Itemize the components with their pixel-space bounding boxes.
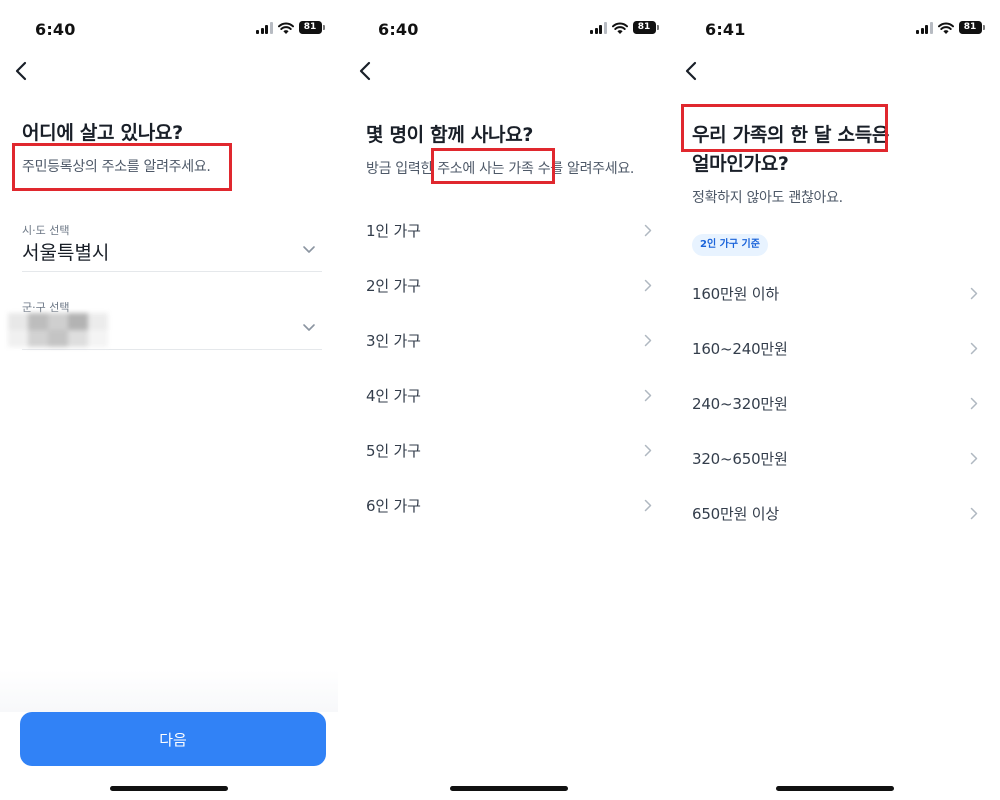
screen-address: 6:40 81 어디에 살고 있나요? 주민등록상의 주소를 알려주세요. 시·… [0,0,338,800]
option-label: 2인 가구 [366,277,421,295]
chevron-right-icon [644,389,652,402]
bottom-fade [0,670,338,712]
income-option-5[interactable]: 650만원 이상 [692,489,978,539]
screen-household-size: 6:40 81 몇 명이 함께 사나요? 방금 입력한 주소에 사는 가족 수를… [338,0,668,800]
option-2-person[interactable]: 2인 가구 [366,261,652,311]
option-label: 5인 가구 [366,442,421,460]
chevron-right-icon [970,507,978,520]
wifi-icon [277,21,294,34]
option-label: 240~320만원 [692,395,788,413]
status-time: 6:41 [705,20,746,39]
chevron-left-icon[interactable] [682,60,702,82]
status-time: 6:40 [378,20,419,39]
chevron-right-icon [644,279,652,292]
wifi-icon [937,21,954,34]
income-option-2[interactable]: 160~240만원 [692,324,978,374]
cellular-signal-icon [256,21,273,34]
chevron-down-icon [303,324,315,331]
option-label: 320~650만원 [692,450,788,468]
page-subtitle: 방금 입력한 주소에 사는 가족 수를 알려주세요. [366,161,635,177]
page-title-line2: 얼마인가요? [692,153,789,175]
option-5-person[interactable]: 5인 가구 [366,426,652,476]
chevron-down-icon [303,246,315,253]
chevron-right-icon [970,397,978,410]
chevron-right-icon [970,287,978,300]
chevron-right-icon [644,334,652,347]
redacted-district-value [8,313,108,347]
battery-icon: 81 [958,21,985,34]
income-option-1[interactable]: 160만원 이하 [692,269,978,319]
option-label: 6인 가구 [366,497,421,515]
page-title: 몇 명이 함께 사나요? [366,124,534,146]
province-value: 서울특별시 [22,242,110,264]
screen-monthly-income: 6:41 81 우리 가족의 한 달 소득은 얼마인가요? 정확하지 않아도 괜… [668,0,1000,800]
status-time: 6:40 [35,20,76,39]
district-select[interactable] [8,310,322,350]
cellular-signal-icon [916,21,933,34]
battery-icon: 81 [632,21,659,34]
next-button[interactable]: 다음 [20,712,326,766]
income-option-4[interactable]: 320~650만원 [692,434,978,484]
option-label: 1인 가구 [366,222,421,240]
chevron-left-icon[interactable] [12,60,32,82]
page-title: 어디에 살고 있나요? [22,122,183,144]
page-subtitle: 주민등록상의 주소를 알려주세요. [22,159,211,175]
option-3-person[interactable]: 3인 가구 [366,316,652,366]
status-bar: 6:41 81 [668,18,1000,42]
option-label: 160~240만원 [692,340,788,358]
cellular-signal-icon [590,21,607,34]
home-indicator [776,786,894,791]
chevron-left-icon[interactable] [356,60,376,82]
chevron-right-icon [644,499,652,512]
option-1-person[interactable]: 1인 가구 [366,206,652,256]
chevron-right-icon [644,224,652,237]
home-indicator [110,786,228,791]
option-label: 4인 가구 [366,387,421,405]
chevron-right-icon [644,444,652,457]
option-6-person[interactable]: 6인 가구 [366,481,652,531]
wifi-icon [611,21,628,34]
status-bar: 6:40 81 [0,18,338,42]
household-basis-chip: 2인 가구 기준 [692,234,768,256]
status-bar: 6:40 81 [338,18,668,42]
chevron-right-icon [970,342,978,355]
home-indicator [450,786,568,791]
option-4-person[interactable]: 4인 가구 [366,371,652,421]
page-title: 우리 가족의 한 달 소득은 [692,124,890,146]
battery-icon: 81 [298,21,325,34]
option-label: 160만원 이하 [692,285,779,303]
income-option-3[interactable]: 240~320만원 [692,379,978,429]
option-label: 650만원 이상 [692,505,779,523]
chevron-right-icon [970,452,978,465]
option-label: 3인 가구 [366,332,421,350]
page-subtitle: 정확하지 않아도 괜찮아요. [692,190,843,206]
province-select[interactable]: 서울특별시 [22,232,322,272]
